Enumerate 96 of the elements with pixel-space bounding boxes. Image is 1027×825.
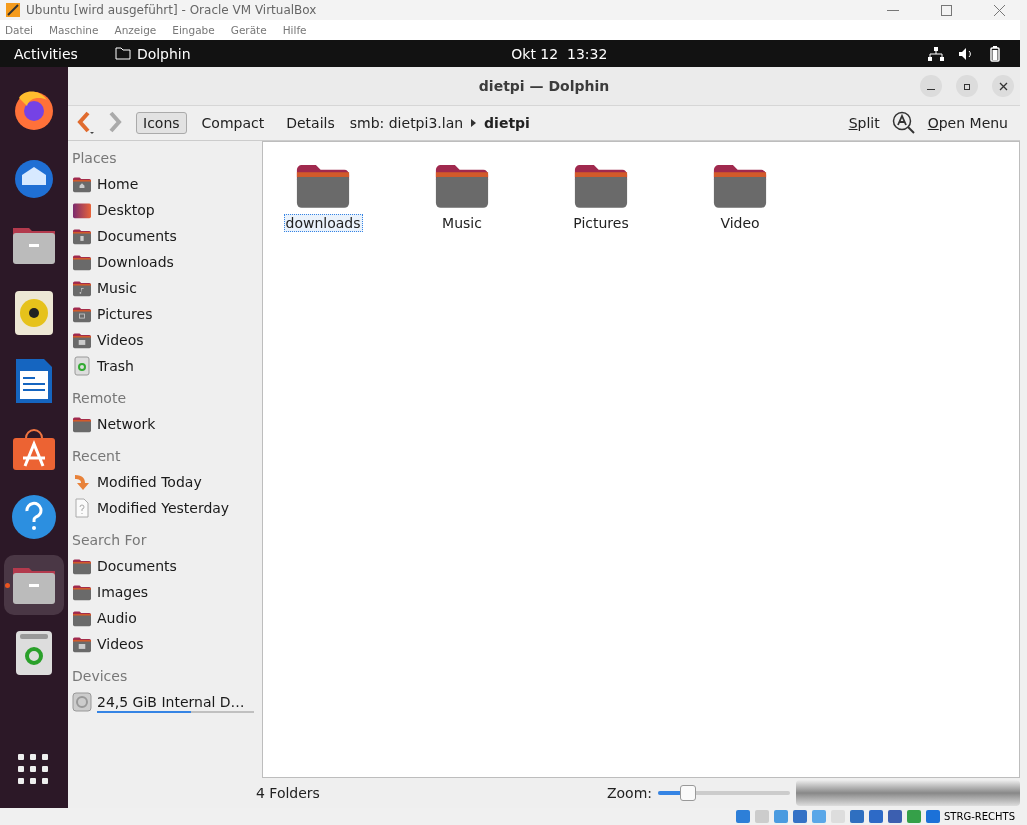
zoom-label: Zoom: [606,785,652,801]
network-icon[interactable] [928,46,944,61]
folder-name[interactable]: Video [718,214,762,233]
folder-icon [72,175,92,193]
app-name[interactable]: Dolphin [136,45,191,62]
help-icon[interactable] [11,494,57,540]
view-mode-button[interactable]: Compact [194,112,272,134]
folder-name[interactable]: Pictures [571,214,631,233]
breadcrumb-item[interactable]: dietpi [484,115,530,131]
clock[interactable]: Okt 12 13:32 [511,45,608,62]
sidebar-item[interactable]: Desktop [97,202,155,218]
status-icon [754,809,770,824]
window-title: Ubuntu [wird ausgeführt] - Oracle VM VirtualBox [26,3,317,17]
close-icon [998,81,1008,91]
open-menu-button[interactable]: Open Menu [923,113,1012,133]
dock-item-highlight[interactable] [4,555,64,615]
menu-item[interactable]: Datei [5,24,33,36]
sidebar-item[interactable]: Network [97,416,156,432]
running-indicator [5,583,10,588]
minimize-icon [927,89,935,90]
sidebar-item[interactable]: Videos [97,636,144,652]
sidebar-item[interactable]: Trash [97,358,134,374]
split-button[interactable]: Split [844,113,884,133]
window-title: dietpi — Dolphin [478,78,610,94]
host-key-label: STRG-RECHTS [944,811,1015,822]
status-icon [792,809,808,824]
status-icon [887,809,903,824]
breadcrumb-item[interactable]: smb: dietpi3.lan [349,115,464,131]
folder-icon [72,227,92,245]
status-icon [811,809,827,824]
volume-icon[interactable] [958,46,974,61]
sidebar-item[interactable]: Videos [97,332,144,348]
app-grid-icon[interactable] [18,754,50,786]
menu-item[interactable]: Maschine [49,24,99,36]
folder-icon [72,331,92,349]
slider-thumb[interactable] [680,785,697,801]
menu-item[interactable]: Hilfe [282,24,307,36]
sidebar-item[interactable]: Home [97,176,139,192]
section-heading: Places [72,149,118,168]
folder-icon [72,635,92,653]
menu-item[interactable]: Eingabe [172,24,215,36]
sidebar-item[interactable]: Music [97,280,137,296]
sidebar-item[interactable]: 24,5 GiB Internal D… [97,694,254,710]
folder-icon [72,557,92,575]
document-icon[interactable] [14,357,54,405]
menu-item[interactable]: Geräte [230,24,267,36]
section-heading: Devices [72,667,129,686]
shopping-bag-icon[interactable] [11,426,57,472]
speaker-icon[interactable] [14,290,54,336]
close-button[interactable] [992,75,1014,97]
maximize-icon[interactable] [941,4,952,16]
virtualbox-logo-icon [6,3,20,17]
folder-icon [72,201,92,219]
folder-icon [72,583,92,601]
maximize-button[interactable] [956,75,978,97]
folder-name[interactable]: Music [440,214,484,233]
zoom-slider[interactable] [658,785,790,801]
status-icon [868,809,884,824]
battery-icon[interactable] [990,45,1000,62]
status-icon [773,809,789,824]
caret-icon [471,119,477,127]
view-mode-button[interactable]: Icons [136,112,187,134]
minimize-icon[interactable] [887,9,899,11]
sidebar-item[interactable]: Documents [97,228,177,244]
folder-icon [114,47,131,60]
trash-icon[interactable] [15,630,53,676]
folder-icon [72,305,92,323]
folder-icon [72,609,92,627]
activities-button[interactable]: Activities [14,45,78,62]
sidebar-item[interactable]: Modified Today [97,474,202,490]
status-icon [849,809,865,824]
section-heading: Search For [72,531,148,550]
sidebar-item[interactable]: Audio [97,610,137,626]
sidebar-item[interactable]: Pictures [97,306,153,322]
view-mode-button[interactable]: Details [279,112,342,134]
search-icon[interactable] [891,111,916,135]
folder-icon [72,279,92,297]
status-text: 4 Folders [256,785,320,801]
folder-icon [72,415,92,433]
status-icon [735,809,751,824]
folder-icon [72,253,92,271]
sidebar-item[interactable]: Documents [97,558,177,574]
menu-item[interactable]: Anzeige [114,24,157,36]
restore-icon [962,81,972,91]
trash-icon [72,356,92,376]
section-heading: Recent [72,447,122,466]
arrow-icon [72,472,92,492]
sidebar-item[interactable]: Downloads [97,254,174,270]
status-icon [906,809,922,824]
folder-name[interactable]: downloads [283,214,363,233]
sidebar-item[interactable]: Modified Yesterday [97,500,230,516]
blank-document-icon [72,498,92,518]
section-heading: Remote [72,389,128,408]
sidebar-item[interactable]: Images [97,584,149,600]
close-icon[interactable] [994,4,1005,16]
status-icon [925,809,941,824]
